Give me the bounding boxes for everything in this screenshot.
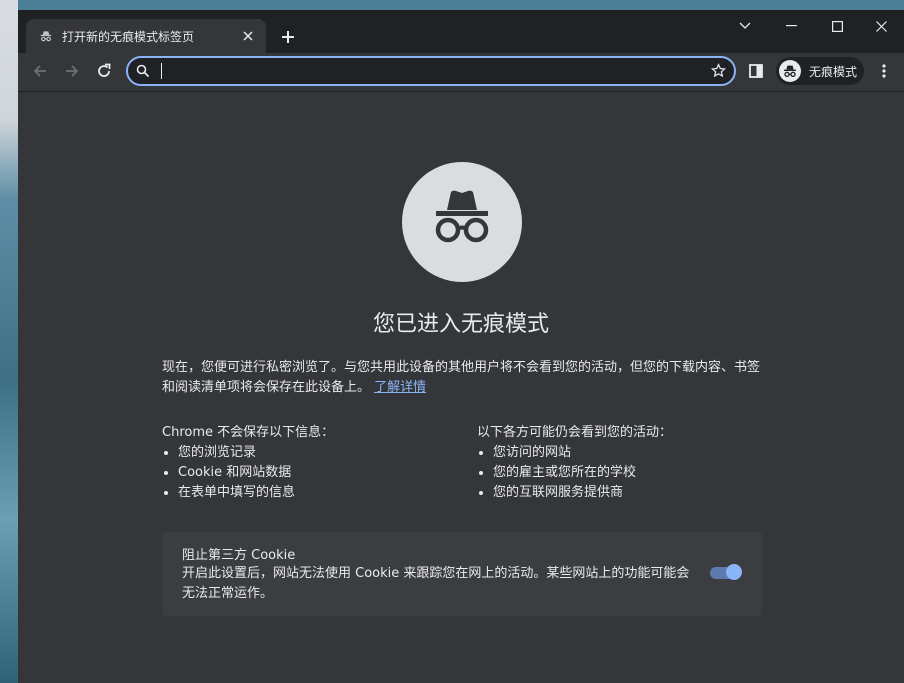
list-item: 您的雇主或您所在的学校 — [493, 463, 777, 483]
list-item: Cookie 和网站数据 — [178, 463, 462, 483]
incognito-icon — [38, 28, 54, 44]
close-window-icon[interactable] — [858, 10, 904, 42]
learn-more-link[interactable]: 了解详情 — [374, 380, 426, 395]
list-item: 您的浏览记录 — [178, 443, 462, 463]
tab-incognito-new-tab[interactable]: 打开新的无痕模式标签页 — [26, 19, 266, 53]
visible-to-title: 以下各方可能仍会看到您的活动： — [477, 425, 673, 440]
incognito-icon — [402, 162, 522, 282]
maximize-icon[interactable] — [814, 10, 860, 42]
not-saved-title: Chrome 不会保存以下信息： — [162, 425, 335, 440]
tab-title: 打开新的无痕模式标签页 — [62, 29, 195, 44]
address-input[interactable] — [160, 61, 690, 81]
incognito-profile-button[interactable]: 无痕模式 — [776, 57, 864, 85]
back-icon[interactable] — [26, 57, 54, 85]
side-panel-icon[interactable] — [742, 57, 770, 85]
browser-window: 打开新的无痕模式标签页 无痕模式 您已进入无痕模式 现在，您便可进行私密浏览了。… — [18, 10, 904, 683]
list-item: 您访问的网站 — [493, 443, 777, 463]
plus-icon[interactable] — [274, 23, 302, 51]
text-caret — [161, 63, 162, 79]
incognito-page: 您已进入无痕模式 现在，您便可进行私密浏览了。与您共用此设备的其他用户将不会看到… — [18, 92, 904, 683]
profile-label: 无痕模式 — [809, 64, 858, 79]
cookie-card-description: 开启此设置后，网站无法使用 Cookie 来跟踪您在网上的活动。某些网站上的功能… — [182, 566, 690, 601]
more-icon[interactable] — [870, 57, 898, 85]
cookie-card-title: 阻止第三方 Cookie — [182, 548, 296, 563]
list-item: 在表单中填写的信息 — [178, 483, 462, 503]
block-cookies-toggle[interactable] — [710, 564, 744, 581]
minimize-icon[interactable] — [768, 10, 814, 42]
address-bar[interactable] — [126, 56, 736, 86]
toggle-knob — [726, 564, 742, 580]
search-icon — [136, 63, 150, 82]
star-icon[interactable] — [710, 63, 727, 82]
close-icon[interactable] — [236, 24, 260, 48]
list-item: 您的互联网服务提供商 — [493, 483, 777, 503]
reload-icon[interactable] — [90, 57, 118, 85]
visible-to-section: 以下各方可能仍会看到您的活动： 您访问的网站 您的雇主或您所在的学校 您的互联网… — [477, 423, 777, 503]
third-party-cookie-card: 阻止第三方 Cookie 开启此设置后，网站无法使用 Cookie 来跟踪您在网… — [162, 532, 762, 616]
tab-strip: 打开新的无痕模式标签页 — [18, 10, 904, 53]
not-saved-section: Chrome 不会保存以下信息： 您的浏览记录 Cookie 和网站数据 在表单… — [162, 423, 462, 503]
desktop-background — [0, 0, 18, 683]
chevron-down-icon[interactable] — [722, 10, 768, 42]
forward-icon[interactable] — [58, 57, 86, 85]
page-title: 您已进入无痕模式 — [372, 312, 549, 337]
intro-text: 现在，您便可进行私密浏览了。与您共用此设备的其他用户将不会看到您的活动，但您的下… — [162, 358, 760, 398]
toolbar: 无痕模式 — [18, 53, 904, 91]
incognito-icon — [779, 60, 801, 82]
intro-body: 现在，您便可进行私密浏览了。与您共用此设备的其他用户将不会看到您的活动，但您的下… — [162, 360, 761, 395]
